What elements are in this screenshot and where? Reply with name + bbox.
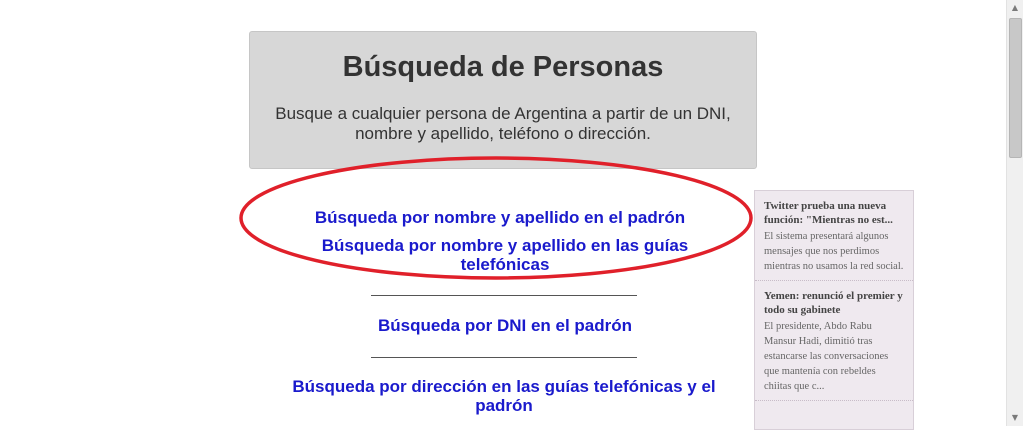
divider	[371, 295, 637, 296]
scroll-down-icon[interactable]: ▼	[1007, 410, 1023, 426]
news-item: Twitter prueba una nueva función: "Mient…	[755, 191, 913, 281]
scroll-thumb[interactable]	[1009, 18, 1022, 158]
link-padron-nombre-apellido[interactable]: Búsqueda por nombre y apellido en el pad…	[290, 208, 710, 227]
link-dni-padron[interactable]: Búsqueda por DNI en el padrón	[295, 316, 715, 335]
header-box: Búsqueda de Personas Busque a cualquier …	[249, 31, 757, 169]
link-guias-nombre-apellido[interactable]: Búsqueda por nombre y apellido en las gu…	[295, 236, 715, 274]
scroll-up-icon[interactable]: ▲	[1007, 0, 1023, 16]
news-summary: El sistema presentará algunos mensajes q…	[764, 231, 904, 272]
page-title: Búsqueda de Personas	[342, 51, 664, 83]
link-direccion[interactable]: Búsqueda por dirección en las guías tele…	[270, 377, 738, 415]
news-summary: El presidente, Abdo Rabu Mansur Hadi, di…	[764, 321, 889, 392]
news-item: Yemen: renunció el premier y todo su gab…	[755, 281, 913, 401]
news-title[interactable]: Yemen: renunció el premier y todo su gab…	[764, 289, 905, 317]
news-sidebar: Twitter prueba una nueva función: "Mient…	[754, 190, 914, 430]
vertical-scrollbar[interactable]: ▲ ▼	[1006, 0, 1023, 426]
news-title[interactable]: Twitter prueba una nueva función: "Mient…	[764, 199, 905, 227]
divider	[371, 357, 637, 358]
page-description: Busque a cualquier persona de Argentina …	[275, 104, 731, 143]
